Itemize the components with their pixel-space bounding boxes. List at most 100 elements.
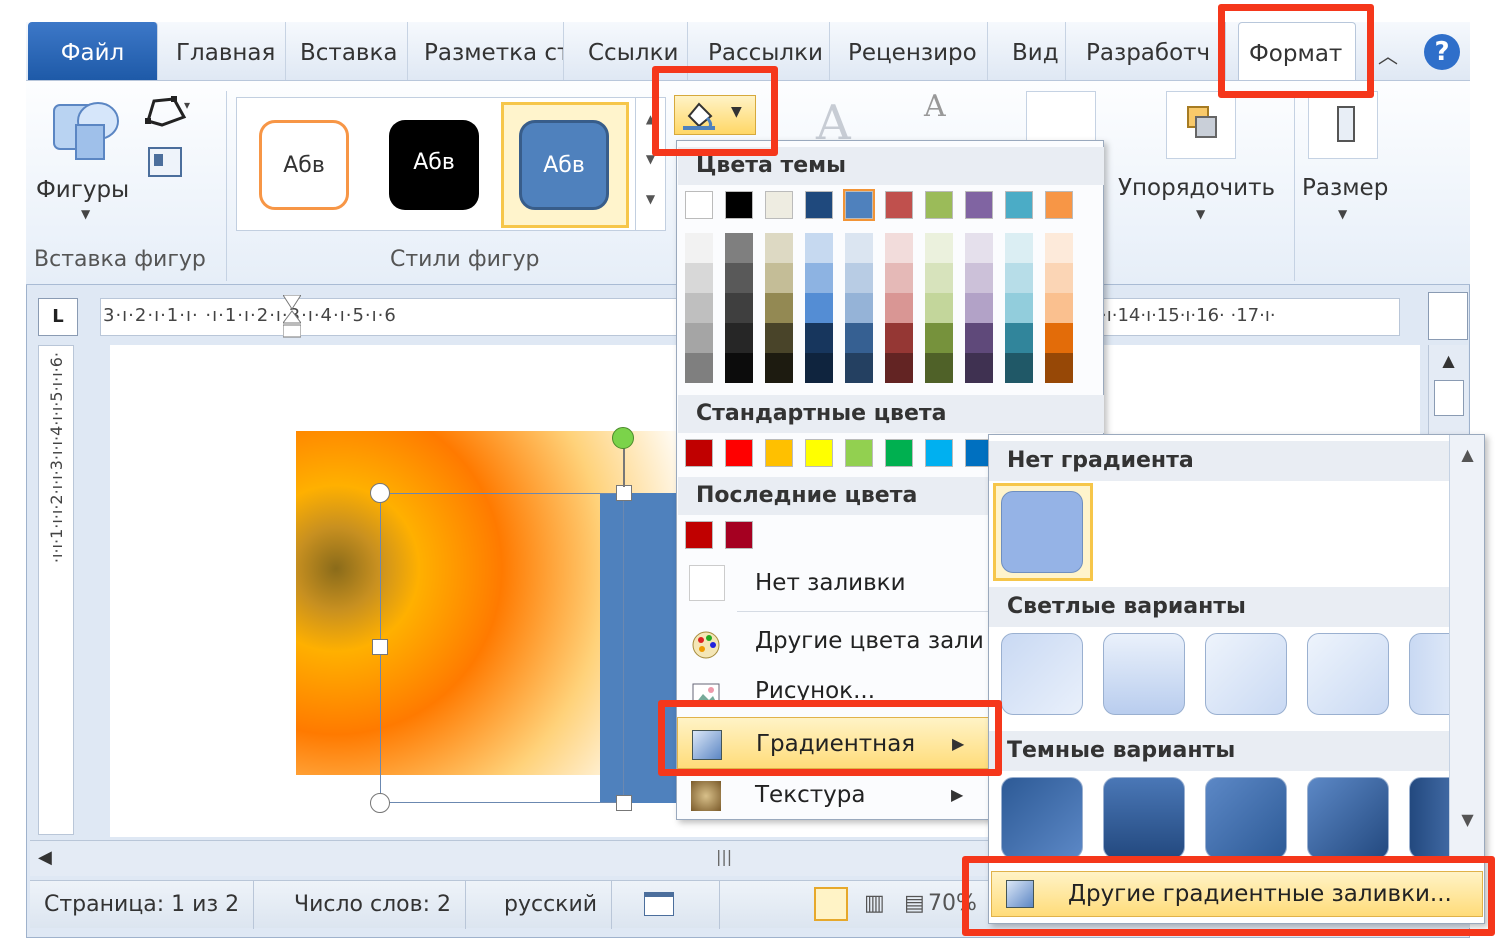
theme-shade-swatch[interactable] [765, 293, 793, 323]
theme-shade-swatch[interactable] [1005, 233, 1033, 263]
theme-shade-swatch[interactable] [965, 233, 993, 263]
rotation-handle[interactable] [612, 427, 634, 449]
tab-home[interactable]: Главная [166, 22, 286, 80]
tab-page-layout[interactable]: Разметка ст [414, 22, 564, 80]
theme-shade-swatch[interactable] [845, 233, 873, 263]
help-icon[interactable]: ? [1424, 34, 1460, 70]
theme-shade-swatch[interactable] [885, 233, 913, 263]
dark-gradient-swatch[interactable] [1307, 777, 1389, 859]
recent-color-swatch[interactable] [725, 521, 753, 549]
theme-shade-swatch[interactable] [925, 353, 953, 383]
chevron-down-icon[interactable]: ▼ [1338, 207, 1347, 221]
indent-marker[interactable] [282, 294, 302, 339]
theme-shade-swatch[interactable] [925, 323, 953, 353]
theme-shade-swatch[interactable] [925, 263, 953, 293]
tab-developer[interactable]: Разработч [1076, 22, 1226, 80]
light-gradient-swatch[interactable] [1205, 633, 1287, 715]
theme-shade-swatch[interactable] [1045, 263, 1073, 293]
shapes-icon[interactable] [46, 95, 126, 165]
theme-shade-swatch[interactable] [1005, 263, 1033, 293]
theme-color-swatch[interactable] [805, 191, 833, 219]
theme-shade-swatch[interactable] [845, 323, 873, 353]
light-gradient-swatch[interactable] [1103, 633, 1185, 715]
vertical-ruler[interactable]: ·ı·ı·1·ı·ı·2·ı·ı·3·ı·ı·4·ı·ı·5·ı·ı·6· [38, 345, 74, 835]
resize-handle[interactable] [370, 483, 390, 503]
theme-shade-swatch[interactable] [725, 323, 753, 353]
theme-shade-swatch[interactable] [685, 293, 713, 323]
status-language[interactable]: русский [490, 881, 613, 929]
submenu-scrollbar[interactable]: ▲ ▼ [1449, 435, 1484, 860]
theme-shade-swatch[interactable] [845, 353, 873, 383]
theme-color-swatch[interactable] [843, 189, 875, 221]
resize-handle[interactable] [372, 639, 388, 655]
light-gradient-swatch[interactable] [1001, 633, 1083, 715]
theme-shade-swatch[interactable] [765, 263, 793, 293]
standard-color-swatch[interactable] [765, 439, 793, 467]
tab-file[interactable]: Файл [28, 22, 158, 80]
theme-shade-swatch[interactable] [805, 263, 833, 293]
tab-view[interactable]: Вид [1002, 22, 1066, 80]
standard-color-swatch[interactable] [845, 439, 873, 467]
standard-color-swatch[interactable] [885, 439, 913, 467]
status-page[interactable]: Страница: 1 из 2 [30, 881, 255, 929]
resize-handle[interactable] [370, 793, 390, 813]
chevron-down-icon[interactable]: ▼ [1196, 207, 1205, 221]
standard-color-swatch[interactable] [685, 439, 713, 467]
theme-shade-swatch[interactable] [1045, 293, 1073, 323]
resize-handle[interactable] [616, 795, 632, 811]
theme-shade-swatch[interactable] [885, 323, 913, 353]
edit-shape-icon[interactable]: ▾ [144, 95, 194, 129]
theme-shade-swatch[interactable] [1005, 353, 1033, 383]
theme-shade-swatch[interactable] [765, 353, 793, 383]
theme-shade-swatch[interactable] [965, 323, 993, 353]
theme-color-swatch[interactable] [685, 191, 713, 219]
style-sample-orange-outline[interactable]: Абв [259, 120, 349, 210]
light-gradient-swatch[interactable] [1307, 633, 1389, 715]
style-sample-blue[interactable]: Абв [519, 120, 609, 210]
theme-shade-swatch[interactable] [845, 293, 873, 323]
standard-color-swatch[interactable] [805, 439, 833, 467]
theme-color-swatch[interactable] [925, 191, 953, 219]
theme-shade-swatch[interactable] [1045, 353, 1073, 383]
tab-insert[interactable]: Вставка [290, 22, 408, 80]
standard-color-swatch[interactable] [925, 439, 953, 467]
theme-shade-swatch[interactable] [1045, 323, 1073, 353]
theme-shade-swatch[interactable] [685, 233, 713, 263]
standard-color-swatch[interactable] [725, 439, 753, 467]
theme-shade-swatch[interactable] [685, 353, 713, 383]
tab-review[interactable]: Рецензиро [838, 22, 988, 80]
reading-layout-icon[interactable]: ▥ [864, 891, 885, 916]
status-words[interactable]: Число слов: 2 [280, 881, 466, 929]
theme-color-swatch[interactable] [1005, 191, 1033, 219]
theme-shade-swatch[interactable] [685, 323, 713, 353]
theme-shade-swatch[interactable] [1045, 233, 1073, 263]
web-layout-icon[interactable]: ▤ [904, 891, 925, 916]
theme-shade-swatch[interactable] [725, 293, 753, 323]
dark-gradient-swatch[interactable] [1205, 777, 1287, 859]
resize-handle[interactable] [616, 485, 632, 501]
theme-shade-swatch[interactable] [685, 263, 713, 293]
theme-color-swatch[interactable] [965, 191, 993, 219]
theme-shade-swatch[interactable] [805, 233, 833, 263]
text-outline-icon[interactable]: A [924, 89, 946, 124]
size-icon[interactable] [1308, 91, 1378, 159]
theme-shade-swatch[interactable] [805, 323, 833, 353]
theme-shade-swatch[interactable] [925, 293, 953, 323]
theme-shade-swatch[interactable] [1005, 293, 1033, 323]
text-box-icon[interactable] [148, 147, 182, 177]
minimize-ribbon-icon[interactable]: ︿ [1378, 40, 1398, 69]
theme-shade-swatch[interactable] [925, 233, 953, 263]
theme-shade-swatch[interactable] [805, 353, 833, 383]
arrange-icon[interactable] [1166, 91, 1236, 159]
style-sample-black[interactable]: Абв [389, 120, 479, 210]
shapes-label[interactable]: Фигуры [36, 177, 129, 203]
theme-shade-swatch[interactable] [845, 263, 873, 293]
size-label[interactable]: Размер [1302, 175, 1388, 201]
theme-shade-swatch[interactable] [885, 353, 913, 383]
theme-shade-swatch[interactable] [765, 233, 793, 263]
theme-shade-swatch[interactable] [885, 293, 913, 323]
no-gradient-swatch[interactable] [1001, 491, 1083, 573]
tab-selector[interactable]: L [38, 298, 78, 336]
chevron-down-icon[interactable]: ▼ [81, 207, 90, 221]
theme-shade-swatch[interactable] [725, 263, 753, 293]
